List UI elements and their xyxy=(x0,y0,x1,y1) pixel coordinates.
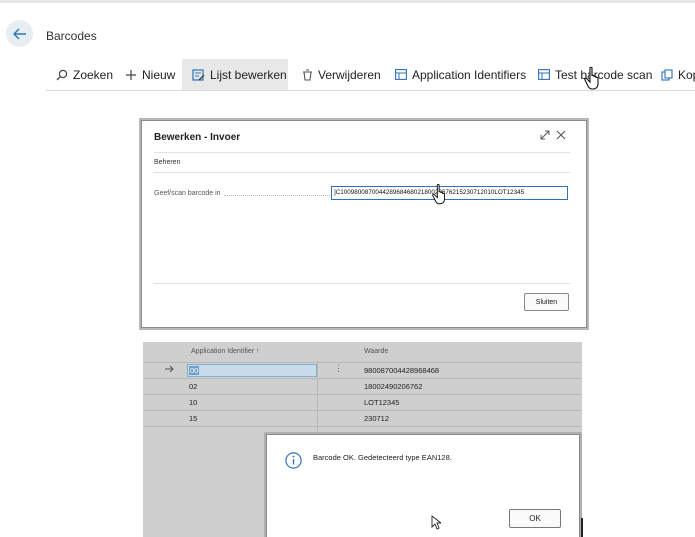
column-header-ai[interactable]: Application Identifier ↑ xyxy=(191,348,259,355)
table-row[interactable]: 15 230712 xyxy=(143,410,582,427)
dialog-title: Bewerken - Invoer xyxy=(154,132,241,143)
barcode-input[interactable]: ]C10098008700442896846802180020676215230… xyxy=(331,186,568,200)
divider xyxy=(154,172,570,173)
leader-dots xyxy=(224,195,330,196)
message-dialog: Barcode OK. Gedetecteerd type EAN128. OK xyxy=(266,434,580,537)
text-caret xyxy=(581,518,583,537)
table-icon xyxy=(538,69,550,80)
close-button[interactable]: Sluiten xyxy=(524,293,569,311)
row-arrow-icon xyxy=(165,365,175,375)
barcode-field-label: Geef/scan barcode in xyxy=(154,190,221,197)
selected-cell[interactable]: 00 xyxy=(187,364,317,377)
table-icon xyxy=(395,69,407,80)
application-identifier-panel: Application Identifier ↑ Waarde 00 ⋮ 980… xyxy=(143,342,582,537)
search-icon xyxy=(56,69,68,81)
application-identifiers-action[interactable]: Application Identifiers xyxy=(391,59,530,90)
divider xyxy=(154,283,570,284)
value-cell: 230712 xyxy=(364,414,390,423)
table-row[interactable]: 02 18002490206762 xyxy=(143,378,582,395)
search-action[interactable]: Zoeken xyxy=(52,59,117,90)
close-icon[interactable] xyxy=(556,130,566,143)
table-row[interactable]: 10 LOT12345 xyxy=(143,394,582,411)
ai-cell: 15 xyxy=(189,414,198,423)
expand-icon[interactable] xyxy=(540,130,550,143)
table-row[interactable]: 00 ⋮ 980087004428968468 xyxy=(143,362,582,379)
ai-cell: 02 xyxy=(189,382,198,391)
hand-cursor-icon xyxy=(584,66,602,95)
group-caption: Beheren xyxy=(154,159,181,166)
value-cell: 18002490206762 xyxy=(364,382,423,391)
copy-icon xyxy=(661,68,673,81)
info-icon xyxy=(285,452,302,474)
trash-icon xyxy=(302,68,313,81)
edit-list-icon xyxy=(192,68,205,81)
arrow-left-icon xyxy=(12,28,27,40)
page-title: Barcodes xyxy=(46,29,97,43)
plus-icon xyxy=(125,69,137,81)
hand-cursor-icon xyxy=(432,183,448,210)
ok-button[interactable]: OK xyxy=(509,509,561,528)
value-cell: LOT12345 xyxy=(364,398,400,407)
delete-action[interactable]: Verwijderen xyxy=(298,59,385,90)
edit-list-action[interactable]: Lijst bewerken xyxy=(182,59,288,90)
top-border xyxy=(0,0,695,3)
back-button[interactable] xyxy=(6,20,33,47)
new-action[interactable]: Nieuw xyxy=(121,59,179,90)
ai-cell: 10 xyxy=(189,398,198,407)
more-options-icon[interactable]: ⋮ xyxy=(334,363,343,374)
value-cell: 980087004428968468 xyxy=(364,366,440,375)
column-header-value[interactable]: Waarde xyxy=(364,348,388,355)
column-separator xyxy=(317,359,318,439)
edit-dialog: Bewerken - Invoer Beheren Geef/scan barc… xyxy=(141,120,587,328)
copy-action[interactable]: Kop xyxy=(657,59,695,90)
divider xyxy=(154,152,570,153)
pointer-cursor-icon xyxy=(431,515,443,535)
ai-cell: 00 xyxy=(189,366,200,375)
message-text: Barcode OK. Gedetecteerd type EAN128. xyxy=(313,453,452,462)
